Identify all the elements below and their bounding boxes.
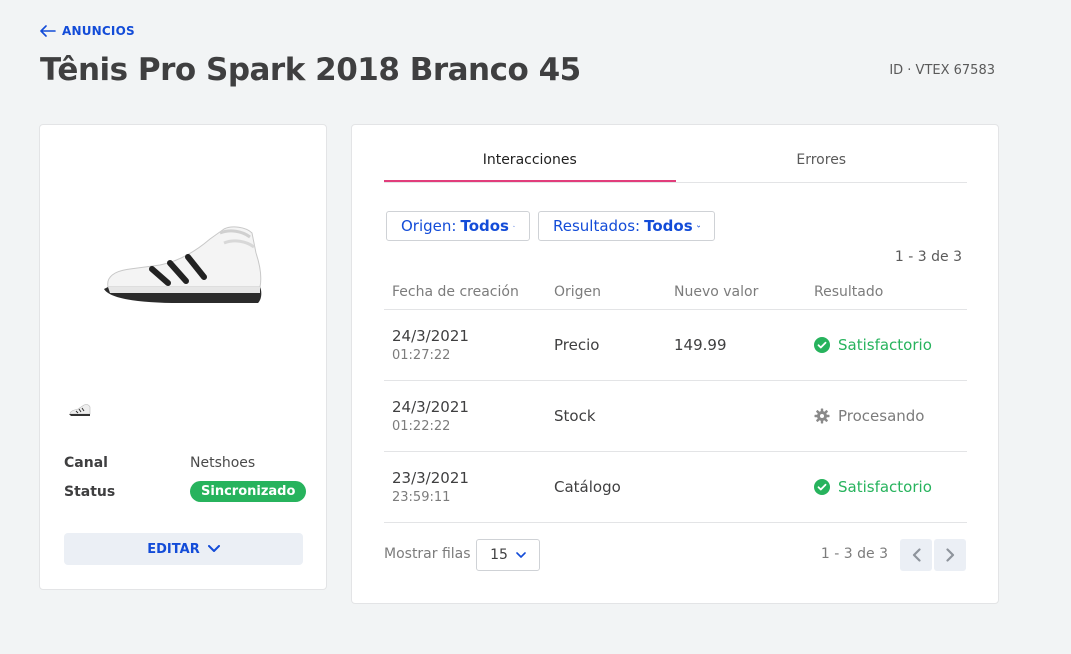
rows-per-page-label: Mostrar filas [384, 546, 471, 562]
canal-row: Canal Netshoes [64, 455, 255, 471]
row-time: 23:59:11 [392, 490, 451, 505]
origen-filter-label: Origen: [401, 217, 457, 235]
check-circle-icon [814, 479, 830, 495]
chevron-left-icon [912, 548, 921, 562]
table-header: Fecha de creación Origen Nuevo valor Res… [384, 275, 967, 310]
resultados-filter[interactable]: Resultados: Todos [538, 211, 715, 241]
cell-origen: Catálogo [554, 478, 621, 496]
result-label: Satisfactorio [838, 478, 932, 496]
back-to-anuncios-link[interactable]: ANUNCIOS [40, 24, 135, 38]
previous-page-button[interactable] [900, 539, 932, 571]
status-badge: Sincronizado [190, 481, 307, 502]
cell-resultado: Procesando [814, 407, 967, 425]
chevron-right-icon [945, 548, 954, 562]
table-row: 23/3/2021 23:59:11 Catálogo Satisfactori… [384, 452, 967, 523]
rows-per-page-value: 15 [490, 547, 508, 563]
col-header-fecha: Fecha de creación [392, 284, 519, 300]
origen-filter[interactable]: Origen: Todos [386, 211, 530, 241]
back-link-label: ANUNCIOS [62, 24, 135, 38]
next-page-button[interactable] [934, 539, 966, 571]
status-row: Status Sincronizado [64, 481, 307, 502]
cell-resultado: Satisfactorio [814, 336, 967, 354]
row-date: 24/3/2021 [392, 327, 469, 345]
tab-interacciones[interactable]: Interacciones [384, 145, 676, 182]
canal-value: Netshoes [190, 455, 256, 471]
col-header-resultado: Resultado [814, 284, 884, 300]
page-title: Tênis Pro Spark 2018 Branco 45 [40, 52, 581, 88]
col-header-nuevo-valor: Nuevo valor [674, 284, 759, 300]
row-time: 01:27:22 [392, 348, 451, 363]
status-label: Status [64, 483, 116, 500]
product-card: Canal Netshoes Status Sincronizado EDITA… [39, 124, 327, 590]
cell-fecha: 23/3/2021 23:59:11 [384, 469, 554, 505]
tab-errores[interactable]: Errores [676, 145, 968, 182]
edit-button[interactable]: EDITAR [64, 533, 303, 565]
sneaker-image [104, 226, 262, 303]
row-date: 24/3/2021 [392, 398, 469, 416]
table-row: 24/3/2021 01:27:22 Precio 149.99 Satisfa… [384, 310, 967, 381]
rows-per-page-select[interactable]: 15 [476, 539, 540, 571]
table-row: 24/3/2021 01:22:22 Stock Procesando [384, 381, 967, 452]
gear-icon [814, 408, 830, 424]
cell-origen: Stock [554, 407, 596, 425]
origen-filter-value: Todos [460, 217, 509, 235]
resultados-filter-label: Resultados: [553, 217, 641, 235]
check-circle-icon [814, 337, 830, 353]
col-header-origen: Origen [554, 284, 602, 300]
edit-button-label: EDITAR [147, 541, 200, 557]
arrow-left-icon [40, 25, 56, 37]
result-label: Satisfactorio [838, 336, 932, 354]
cell-origen: Precio [554, 336, 600, 354]
product-id: ID · VTEX 67583 [889, 63, 995, 78]
interactions-card: Interacciones Errores Origen: Todos Resu… [351, 124, 999, 604]
result-label: Procesando [838, 407, 925, 425]
sneaker-thumbnail[interactable] [68, 403, 92, 419]
tabs: Interacciones Errores [384, 145, 967, 183]
row-date: 23/3/2021 [392, 469, 469, 487]
canal-label: Canal [64, 455, 108, 471]
chevron-down-icon [512, 225, 515, 227]
cell-resultado: Satisfactorio [814, 478, 967, 496]
cell-nuevo-valor: 149.99 [674, 336, 727, 354]
chevron-down-icon [207, 545, 220, 552]
chevron-down-icon [696, 224, 700, 227]
resultados-filter-value: Todos [644, 217, 693, 235]
chevron-down-icon [516, 552, 526, 558]
cell-fecha: 24/3/2021 01:22:22 [384, 398, 554, 434]
interactions-table: Fecha de creación Origen Nuevo valor Res… [384, 275, 967, 523]
pagination-count: 1 - 3 de 3 [820, 546, 888, 562]
cell-fecha: 24/3/2021 01:27:22 [384, 327, 554, 363]
row-time: 01:22:22 [392, 419, 451, 434]
results-count: 1 - 3 de 3 [894, 249, 962, 265]
